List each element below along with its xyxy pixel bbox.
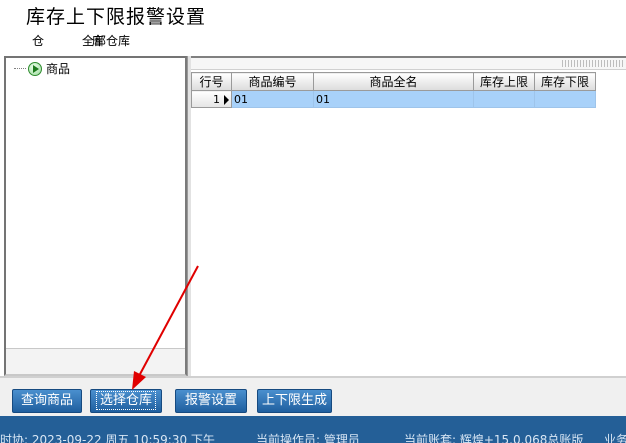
play-circle-icon: [28, 61, 42, 76]
warehouse-row: 仓 库:全部仓库: [32, 32, 130, 49]
cell-lower-limit[interactable]: [534, 90, 596, 108]
status-account: 当前账套: 辉煌+15.0.068总账版: [404, 433, 584, 443]
stock-limit-table: 行号 商品编号 商品全名 库存上限 库存下限 1 01 01: [191, 72, 596, 108]
grid-topbar: [191, 58, 626, 70]
col-header-upper-limit[interactable]: 库存上限: [473, 72, 535, 91]
status-time: 时协: 2023-09-22 周五 10:59:30 下午: [0, 433, 215, 443]
grid-ruler: [562, 60, 624, 67]
bottom-toolbar: 查询商品 选择仓库 报警设置 上下限生成: [0, 376, 626, 416]
goods-tree-panel: 商品: [4, 56, 187, 376]
alarm-settings-button[interactable]: 报警设置: [175, 389, 247, 413]
generate-limits-button[interactable]: 上下限生成: [257, 389, 332, 413]
query-goods-label: 查询商品: [20, 393, 73, 408]
page-title: 库存上下限报警设置: [26, 6, 207, 28]
tree-horizontal-scrollbar[interactable]: [6, 348, 185, 374]
table-header-row: 行号 商品编号 商品全名 库存上限 库存下限: [191, 72, 596, 91]
select-warehouse-label: 选择仓库: [95, 391, 157, 410]
generate-limits-label: 上下限生成: [261, 393, 327, 408]
row-number: 1: [213, 92, 220, 106]
tree-connector: [14, 68, 26, 69]
warehouse-value: 全部仓库: [82, 34, 131, 48]
row-number-cell[interactable]: 1: [191, 90, 232, 108]
tree-node-label: 商品: [46, 62, 71, 76]
tree-node-goods[interactable]: 商品: [14, 60, 70, 77]
grid-panel: 行号 商品编号 商品全名 库存上限 库存下限 1 01 01: [191, 56, 626, 376]
table-row[interactable]: 1 01 01: [191, 90, 596, 108]
warehouse-label: 仓 库:: [32, 34, 152, 48]
col-header-code[interactable]: 商品编号: [231, 72, 314, 91]
status-bar: 时协: 2023-09-22 周五 10:59:30 下午 当前操作员: 管理员…: [0, 416, 626, 443]
cell-code[interactable]: 01: [231, 90, 314, 108]
col-header-name[interactable]: 商品全名: [313, 72, 474, 91]
cell-upper-limit[interactable]: [473, 90, 535, 108]
col-header-lower-limit[interactable]: 库存下限: [534, 72, 596, 91]
select-warehouse-button[interactable]: 选择仓库: [90, 389, 162, 413]
cell-name[interactable]: 01: [313, 90, 474, 108]
status-extra: 业务: [604, 433, 626, 443]
alarm-settings-label: 报警设置: [184, 393, 237, 408]
col-header-row-no[interactable]: 行号: [191, 72, 232, 91]
row-indicator-icon: [224, 94, 229, 105]
query-goods-button[interactable]: 查询商品: [12, 389, 82, 413]
status-operator: 当前操作员: 管理员: [256, 433, 360, 443]
